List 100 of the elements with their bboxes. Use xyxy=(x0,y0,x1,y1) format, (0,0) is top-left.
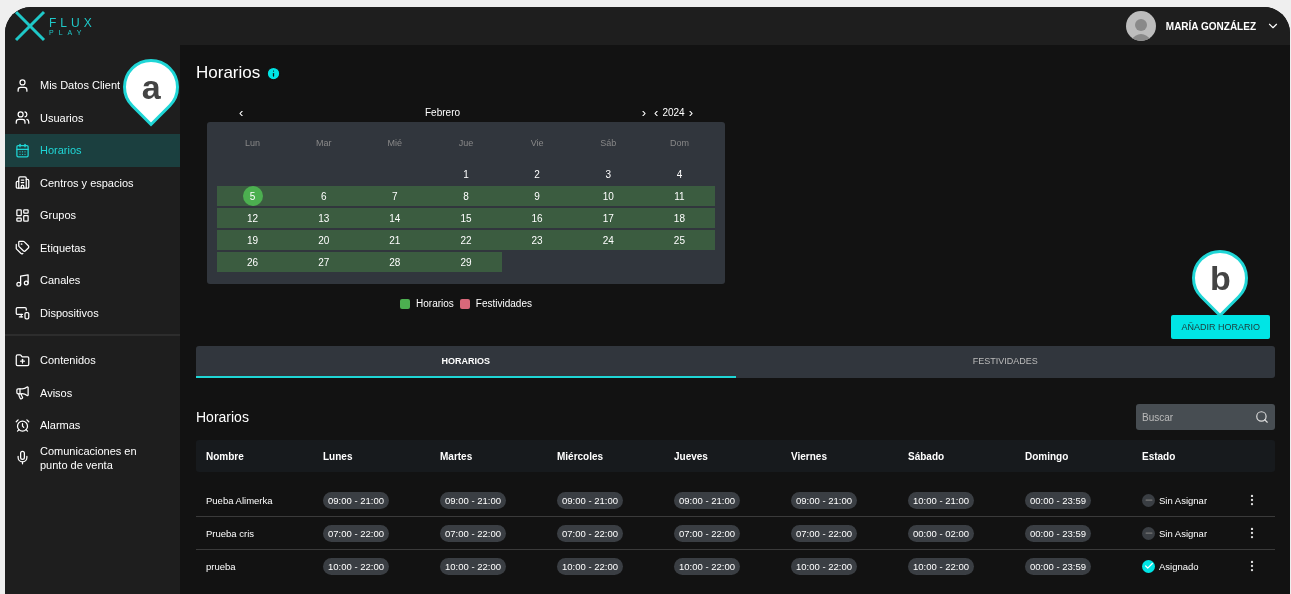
time-range-chip: 10:00 - 22:00 xyxy=(323,557,389,575)
scheduled-day-band[interactable]: 21 xyxy=(359,230,431,250)
month-label: Febrero xyxy=(424,106,462,118)
previous-year-button[interactable]: ‹ xyxy=(650,104,663,120)
legend-label: Horarios xyxy=(416,298,454,309)
time-range-chip: 09:00 - 21:00 xyxy=(674,491,740,509)
sidebar-item[interactable]: Dispositivos xyxy=(5,296,180,329)
column-header: Nombre xyxy=(206,450,245,462)
legend-label: Festividades xyxy=(475,298,532,309)
day-number: 25 xyxy=(672,233,686,248)
time-range-chip: 07:00 - 22:00 xyxy=(557,524,623,542)
time-range-chip: 07:00 - 22:00 xyxy=(440,524,506,542)
sidebar-item[interactable]: Grupos xyxy=(5,199,180,232)
time-range-chip: 09:00 - 21:00 xyxy=(791,491,857,509)
scheduled-day-band[interactable]: 18 xyxy=(643,208,715,228)
time-range-chip: 10:00 - 21:00 xyxy=(908,491,974,509)
time-range-chip: 10:00 - 22:00 xyxy=(557,557,623,575)
page-title: Horarios xyxy=(196,63,261,83)
calendar-day[interactable]: 3 xyxy=(572,164,644,184)
tab[interactable]: FESTIVIDADES xyxy=(735,346,1275,378)
time-range-chip: 07:00 - 22:00 xyxy=(674,524,740,542)
scheduled-day-band[interactable]: 17 xyxy=(572,208,644,228)
sidebar-item[interactable]: Etiquetas xyxy=(5,231,180,264)
calendar-day[interactable]: 4 xyxy=(643,164,715,184)
column-header: Viernes xyxy=(791,450,828,462)
music-note-icon xyxy=(15,272,30,288)
scheduled-day-band[interactable]: 16 xyxy=(501,208,573,228)
time-range-chip: 10:00 - 22:00 xyxy=(674,557,740,575)
scheduled-day-band[interactable]: 22 xyxy=(430,230,502,250)
buildings-icon xyxy=(15,175,30,191)
scheduled-day-band[interactable]: 7 xyxy=(359,186,431,206)
day-number: 2 xyxy=(533,167,541,182)
time-range-chip: 10:00 - 22:00 xyxy=(908,557,974,575)
section-title: Horarios xyxy=(196,409,249,425)
sidebar-item[interactable]: Contenidos xyxy=(5,344,180,377)
sidebar-item[interactable]: Centros y espacios xyxy=(5,166,180,199)
column-header: Jueves xyxy=(674,450,709,462)
calendar-day[interactable]: 1 xyxy=(430,164,502,184)
day-number: 20 xyxy=(317,233,331,248)
avatar[interactable] xyxy=(1125,11,1156,41)
scheduled-day-band[interactable]: 6 xyxy=(288,186,360,206)
scheduled-day-band[interactable]: 28 xyxy=(359,252,431,272)
day-number: 28 xyxy=(388,255,402,270)
next-year-button[interactable]: › xyxy=(684,104,697,120)
day-number: 11 xyxy=(673,189,686,204)
day-number: 8 xyxy=(462,189,470,204)
megaphone-icon xyxy=(15,385,30,401)
sidebar-item[interactable]: Horarios xyxy=(5,134,180,167)
weekday-label: Mié xyxy=(386,137,404,150)
previous-month-button[interactable]: ‹ xyxy=(235,104,248,120)
microphone-icon xyxy=(15,450,30,466)
scheduled-day-band[interactable]: 8 xyxy=(430,186,502,206)
time-range-chip: 09:00 - 21:00 xyxy=(323,491,389,509)
scheduled-day-band[interactable]: 13 xyxy=(288,208,360,228)
people-icon xyxy=(15,110,30,126)
scheduled-day-band[interactable]: 24 xyxy=(572,230,644,250)
scheduled-day-band[interactable]: 27 xyxy=(288,252,360,272)
day-number: 14 xyxy=(388,211,402,226)
scheduled-day-band[interactable]: 20 xyxy=(288,230,360,250)
weekday-label: Sáb xyxy=(599,137,618,150)
scheduled-day-band[interactable]: 12 xyxy=(217,208,289,228)
column-header: Martes xyxy=(440,450,474,462)
scheduled-day-band[interactable]: 10 xyxy=(572,186,644,206)
status-label: Asignado xyxy=(1159,560,1199,572)
sidebar-item[interactable]: Canales xyxy=(5,264,180,297)
sidebar-item[interactable]: Alarmas xyxy=(5,409,180,442)
table-cell-text: prueba xyxy=(206,560,237,572)
time-range-chip: 00:00 - 23:59 xyxy=(1025,491,1091,509)
scheduled-day-band[interactable]: 26 xyxy=(217,252,289,272)
weekday-label: Lun xyxy=(244,137,262,150)
status-label: Sin Asignar xyxy=(1159,494,1208,506)
weekday-label: Mar xyxy=(314,137,333,150)
day-number: 21 xyxy=(388,233,402,248)
tab[interactable]: HORARIOS xyxy=(196,346,736,378)
weekday-label: Dom xyxy=(668,137,690,150)
info-icon[interactable] xyxy=(266,65,282,81)
scheduled-day-band[interactable]: 9 xyxy=(501,186,573,206)
search-field[interactable]: Buscar xyxy=(1136,404,1275,430)
day-number: 7 xyxy=(391,189,399,204)
sidebar-item[interactable]: Avisos xyxy=(5,376,180,409)
scheduled-day-band[interactable]: 15 xyxy=(430,208,502,228)
scheduled-day-band[interactable]: 29 xyxy=(430,252,502,272)
sidebar-item[interactable]: Comunicaciones en punto de venta xyxy=(5,441,180,474)
scheduled-day-band[interactable]: 19 xyxy=(217,230,289,250)
day-number: 5 xyxy=(242,186,263,206)
table-cell-text: Prueba cris xyxy=(206,527,256,539)
scheduled-day-band[interactable]: 25 xyxy=(643,230,715,250)
search-icon[interactable] xyxy=(1255,410,1269,424)
column-header: Miércoles xyxy=(557,450,605,462)
scheduled-day-band[interactable]: 11 xyxy=(643,186,715,206)
user-name[interactable]: MARÍA GONZÁLEZ xyxy=(1165,20,1256,32)
day-number: 6 xyxy=(319,189,328,204)
day-number: 18 xyxy=(672,211,686,226)
time-range-chip: 00:00 - 02:00 xyxy=(908,524,974,542)
next-month-button[interactable]: › xyxy=(637,104,651,120)
calendar-day[interactable]: 2 xyxy=(501,164,573,184)
add-schedule-button[interactable]: AÑADIR HORARIO xyxy=(1171,315,1270,339)
column-header: Estado xyxy=(1142,450,1177,462)
scheduled-day-band[interactable]: 14 xyxy=(359,208,431,228)
scheduled-day-band[interactable]: 23 xyxy=(501,230,573,250)
